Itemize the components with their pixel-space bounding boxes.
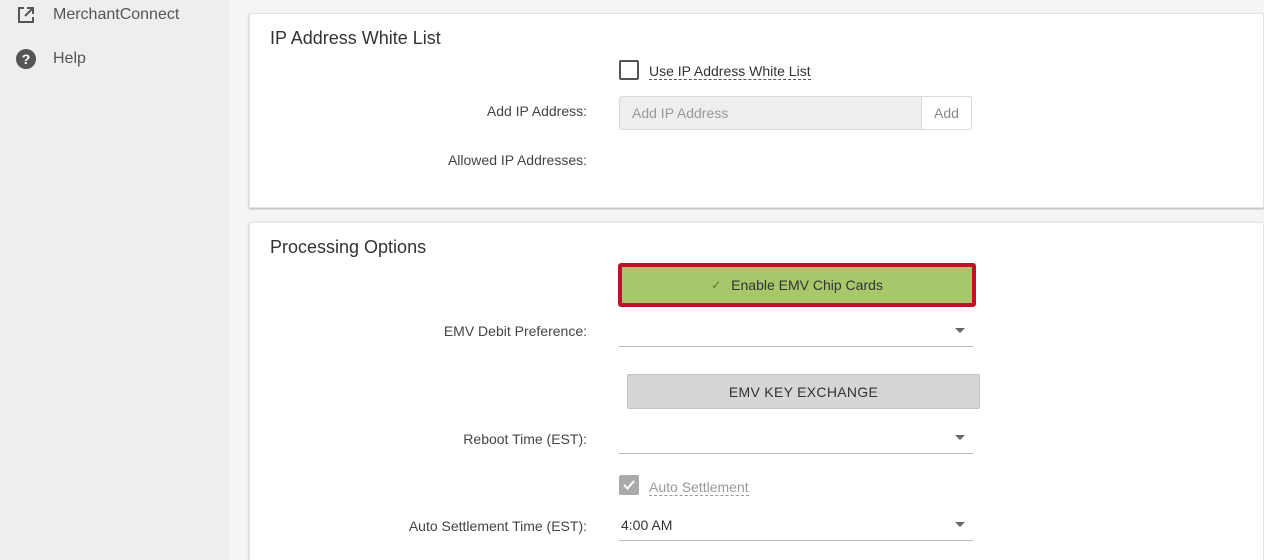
auto-settlement-time-select[interactable]: 4:00 AM: [619, 509, 973, 541]
allowed-ip-label: Allowed IP Addresses:: [447, 152, 587, 168]
sidebar-item-help[interactable]: ? Help: [15, 45, 86, 73]
emv-debit-label: EMV Debit Preference:: [443, 323, 587, 339]
enable-emv-chip-label: Enable EMV Chip Cards: [731, 277, 883, 293]
caret-down-icon: [955, 435, 965, 440]
add-ip-input[interactable]: [619, 96, 922, 130]
svg-text:?: ?: [22, 51, 31, 67]
add-ip-button[interactable]: Add: [921, 96, 972, 130]
use-whitelist-label[interactable]: Use IP Address White List: [649, 63, 811, 80]
sidebar-item-label: Help: [53, 50, 86, 67]
reboot-time-select[interactable]: [619, 422, 973, 454]
auto-settlement-checkbox[interactable]: [619, 475, 639, 495]
external-link-icon: [15, 4, 37, 26]
sidebar: MerchantConnect ? Help: [0, 0, 229, 560]
main-content: IP Address White List Use IP Address Whi…: [229, 0, 1264, 560]
caret-down-icon: [955, 522, 965, 527]
caret-down-icon: [955, 328, 965, 333]
auto-settlement-label[interactable]: Auto Settlement: [649, 479, 749, 496]
ip-whitelist-card: IP Address White List Use IP Address Whi…: [249, 13, 1264, 208]
auto-settlement-time-value: 4:00 AM: [621, 517, 673, 533]
use-whitelist-checkbox[interactable]: [619, 60, 639, 80]
sidebar-item-merchantconnect[interactable]: MerchantConnect: [15, 1, 179, 29]
enable-emv-chip-button[interactable]: ✓ Enable EMV Chip Cards: [618, 263, 976, 307]
emv-key-exchange-button[interactable]: EMV KEY EXCHANGE: [627, 374, 980, 409]
processing-options-title: Processing Options: [270, 237, 427, 257]
help-circle-icon: ?: [15, 48, 37, 70]
check-icon: ✓: [711, 278, 722, 292]
checkmark-icon: [623, 480, 635, 490]
add-ip-label: Add IP Address:: [486, 103, 587, 119]
ip-whitelist-title: IP Address White List: [270, 28, 441, 48]
emv-debit-select[interactable]: [619, 315, 973, 347]
processing-options-card: Processing Options ✓ Enable EMV Chip Car…: [249, 222, 1264, 560]
auto-settlement-time-label: Auto Settlement Time (EST):: [408, 518, 587, 534]
sidebar-item-label: MerchantConnect: [53, 6, 180, 23]
reboot-time-label: Reboot Time (EST):: [463, 431, 587, 447]
